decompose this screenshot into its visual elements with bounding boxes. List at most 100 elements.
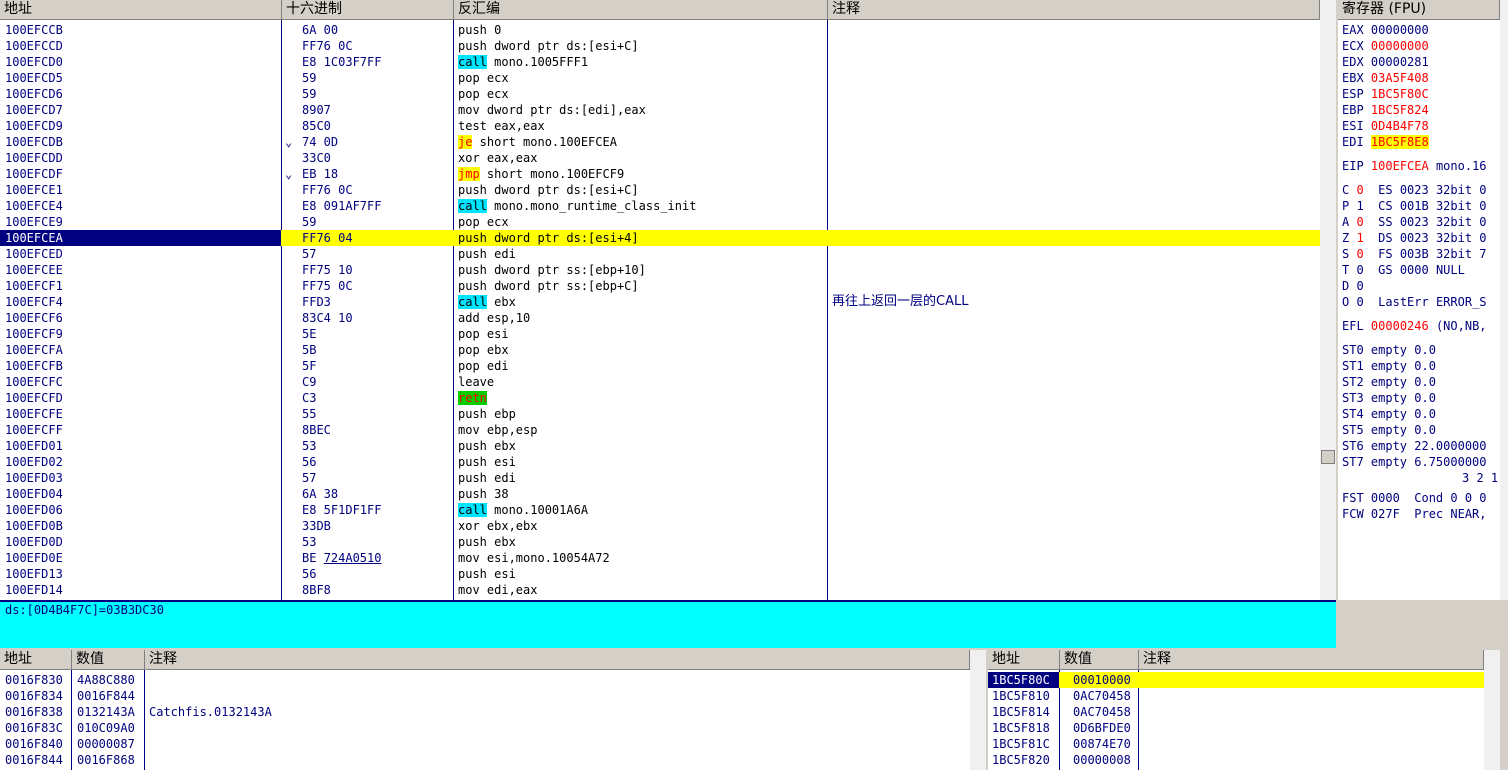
fpu-row[interactable]: ST4 empty 0.0 — [1342, 406, 1500, 422]
disasm-instruction[interactable]: xor ebx,ebx — [458, 518, 826, 534]
stack-address[interactable]: 1BC5F818 — [988, 720, 1059, 736]
flag-row[interactable]: C 0 ES 0023 32bit 0 — [1342, 182, 1500, 198]
disasm-row[interactable]: 100EFCEA FF76 04 push dword ptr ds:[esi+4] — [0, 230, 1320, 246]
disasm-hex[interactable]: FF76 0C — [302, 38, 452, 54]
disasm-row[interactable]: 100EFCF4 FFD3 call ebx 再往上返回一层的CALL — [0, 294, 1320, 310]
fpu-row[interactable]: ST5 empty 0.0 — [1342, 422, 1500, 438]
disasm-row[interactable]: 100EFD14 8BF8 mov edi,eax — [0, 582, 1320, 598]
disasm-row[interactable]: 100EFCCD FF76 0C push dword ptr ds:[esi+C] — [0, 38, 1320, 54]
disasm-row[interactable]: 100EFD0B 33DB xor ebx,ebx — [0, 518, 1320, 534]
disasm-instruction[interactable]: push edi — [458, 246, 826, 262]
disasm-instruction[interactable]: push 0 — [458, 22, 826, 38]
flag-row[interactable]: A 0 SS 0023 32bit 0 — [1342, 214, 1500, 230]
disasm-address[interactable]: 100EFD02 — [0, 454, 281, 470]
disasm-hex[interactable]: FF75 10 — [302, 262, 452, 278]
stack-header-address[interactable]: 地址 — [988, 650, 1060, 670]
stack-value[interactable]: 0AC70458 — [1073, 688, 1137, 704]
disasm-row[interactable]: 100EFCE9 59 pop ecx — [0, 214, 1320, 230]
register-edi[interactable]: EDI 1BC5F8E8 — [1342, 134, 1500, 150]
disasm-instruction[interactable]: pop ecx — [458, 70, 826, 86]
disasm-hex[interactable]: FF76 04 — [302, 230, 452, 246]
flag-row[interactable]: Z 1 DS 0023 32bit 0 — [1342, 230, 1500, 246]
disasm-row[interactable]: 100EFD13 56 push esi — [0, 566, 1320, 582]
disasm-address[interactable]: 100EFCCB — [0, 22, 281, 38]
disasm-header-disasm[interactable]: 反汇编 — [454, 0, 828, 20]
disasm-instruction[interactable]: jmp short mono.100EFCF9 — [458, 166, 826, 182]
disasm-hex[interactable]: 57 — [302, 246, 452, 262]
disasm-hex[interactable]: 56 — [302, 454, 452, 470]
disasm-address[interactable]: 100EFCFF — [0, 422, 281, 438]
disasm-hex[interactable]: 85C0 — [302, 118, 452, 134]
disasm-instruction[interactable]: push dword ptr ds:[esi+C] — [458, 38, 826, 54]
disasm-instruction[interactable]: push esi — [458, 566, 826, 582]
disasm-row[interactable]: 100EFD06 E8 5F1DF1FF call mono.10001A6A — [0, 502, 1320, 518]
dump-address[interactable]: 0016F830 — [5, 672, 71, 688]
register-efl[interactable]: EFL 00000246 (NO,NB, — [1342, 318, 1500, 334]
dump-header-address[interactable]: 地址 — [0, 650, 72, 670]
disasm-hex[interactable]: 6A 38 — [302, 486, 452, 502]
stack-row[interactable]: 1BC5F81C 00874E70 — [988, 736, 1484, 752]
disasm-hex[interactable]: 6A 00 — [302, 22, 452, 38]
stack-address[interactable]: 1BC5F80C — [988, 672, 1059, 688]
disasm-hex[interactable]: 74 0D — [302, 134, 452, 150]
dump-row[interactable]: 0016F83C 010C09A0 — [0, 720, 970, 736]
disasm-row[interactable]: 100EFCE1 FF76 0C push dword ptr ds:[esi+C] — [0, 182, 1320, 198]
disasm-instruction[interactable]: xor eax,eax — [458, 150, 826, 166]
disasm-instruction[interactable]: push ebx — [458, 438, 826, 454]
disasm-scroll-thumb[interactable] — [1321, 450, 1335, 464]
disasm-hex[interactable]: 59 — [302, 70, 452, 86]
disasm-row[interactable]: 100EFCDD 33C0 xor eax,eax — [0, 150, 1320, 166]
disasm-row[interactable]: 100EFCCB 6A 00 push 0 — [0, 22, 1320, 38]
stack-address[interactable]: 1BC5F814 — [988, 704, 1059, 720]
disasm-hex[interactable]: FF76 0C — [302, 182, 452, 198]
register-eax[interactable]: EAX 00000000 — [1342, 22, 1500, 38]
disasm-hex[interactable]: FF75 0C — [302, 278, 452, 294]
dump-header-comment[interactable]: 注释 — [145, 650, 970, 670]
dump-row[interactable]: 0016F840 00000087 — [0, 736, 970, 752]
disasm-instruction[interactable]: call mono.10001A6A — [458, 502, 826, 518]
disasm-address[interactable]: 100EFCD6 — [0, 86, 281, 102]
dump-row[interactable]: 0016F830 4A88C880 — [0, 672, 970, 688]
dump-comment[interactable] — [149, 672, 949, 688]
disasm-address[interactable]: 100EFCD5 — [0, 70, 281, 86]
disasm-row[interactable]: 100EFD04 6A 38 push 38 — [0, 486, 1320, 502]
disasm-address[interactable]: 100EFCF9 — [0, 326, 281, 342]
disasm-row[interactable]: 100EFCDB ⌄ 74 0D je short mono.100EFCEA — [0, 134, 1320, 150]
dump-value[interactable]: 0016F868 — [77, 752, 143, 768]
disasm-instruction[interactable]: pop edi — [458, 358, 826, 374]
disasm-hex[interactable]: BE 724A0510 — [302, 550, 452, 566]
disasm-instruction[interactable]: mov esi,mono.10054A72 — [458, 550, 826, 566]
dump-address[interactable]: 0016F840 — [5, 736, 71, 752]
disasm-row[interactable]: 100EFCED 57 push edi — [0, 246, 1320, 262]
disasm-hex[interactable]: 8907 — [302, 102, 452, 118]
register-ecx[interactable]: ECX 00000000 — [1342, 38, 1500, 54]
disasm-row[interactable]: 100EFCD9 85C0 test eax,eax — [0, 118, 1320, 134]
flag-row[interactable]: O 0 LastErr ERROR_S — [1342, 294, 1500, 310]
disasm-hex[interactable]: 53 — [302, 534, 452, 550]
dump-value[interactable]: 010C09A0 — [77, 720, 143, 736]
disasm-hex[interactable]: 53 — [302, 438, 452, 454]
dump-value[interactable]: 0132143A — [77, 704, 143, 720]
dump-address[interactable]: 0016F834 — [5, 688, 71, 704]
disasm-address[interactable]: 100EFCFB — [0, 358, 281, 374]
fst-row[interactable]: FST 0000 Cond 0 0 0 — [1342, 490, 1500, 506]
flag-row[interactable]: D 0 — [1342, 278, 1500, 294]
disasm-address[interactable]: 100EFD0D — [0, 534, 281, 550]
disasm-hex[interactable]: EB 18 — [302, 166, 452, 182]
disasm-address[interactable]: 100EFCE1 — [0, 182, 281, 198]
disasm-hex[interactable]: 57 — [302, 470, 452, 486]
dump-header-value[interactable]: 数值 — [72, 650, 145, 670]
disasm-hex[interactable]: 83C4 10 — [302, 310, 452, 326]
fcw-row[interactable]: FCW 027F Prec NEAR, — [1342, 506, 1500, 522]
stack-address[interactable]: 1BC5F810 — [988, 688, 1059, 704]
dump-row[interactable]: 0016F844 0016F868 — [0, 752, 970, 768]
disasm-hex[interactable]: 33C0 — [302, 150, 452, 166]
disasm-address[interactable]: 100EFCE4 — [0, 198, 281, 214]
stack-value[interactable]: 00010000 — [1073, 672, 1137, 688]
disasm-address[interactable]: 100EFCF6 — [0, 310, 281, 326]
flag-row[interactable]: T 0 GS 0000 NULL — [1342, 262, 1500, 278]
disasm-hex[interactable]: 5F — [302, 358, 452, 374]
disasm-instruction[interactable]: push dword ptr ds:[esi+C] — [458, 182, 826, 198]
fpu-row[interactable]: ST2 empty 0.0 — [1342, 374, 1500, 390]
disasm-instruction[interactable]: push edi — [458, 470, 826, 486]
